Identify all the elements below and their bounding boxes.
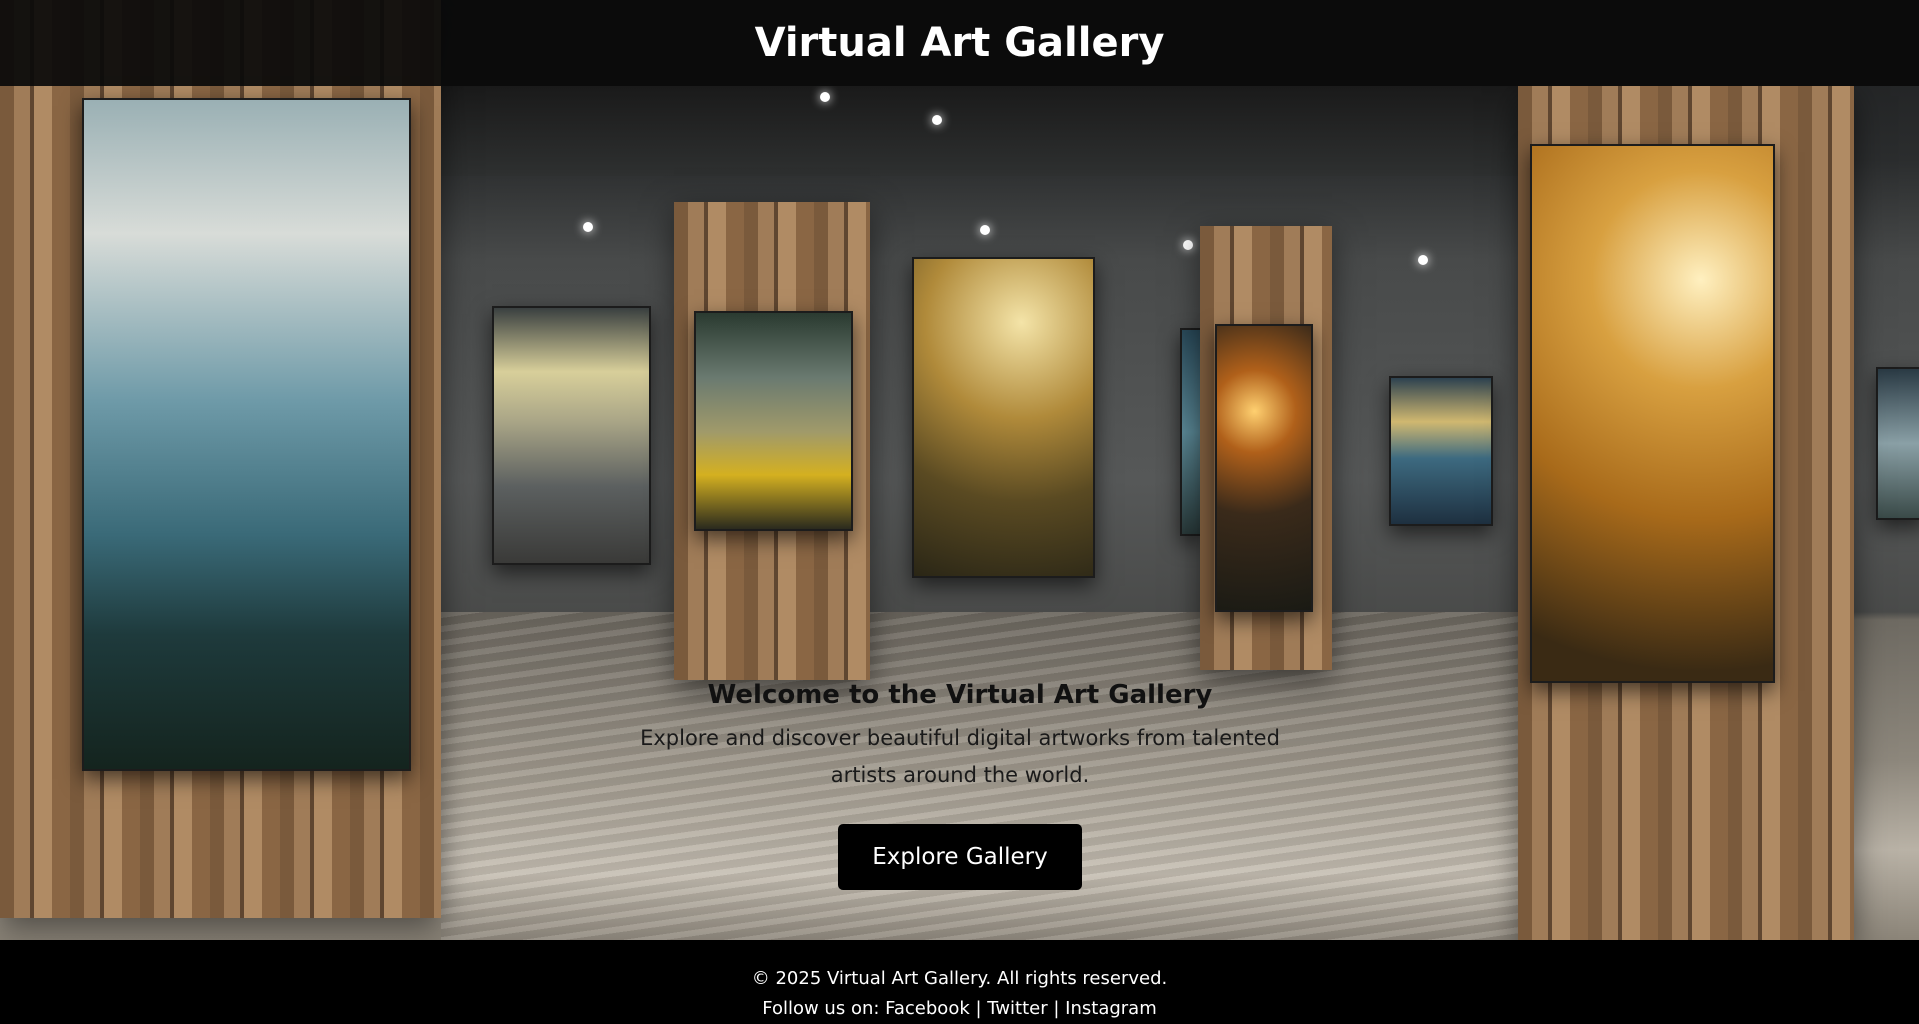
separator: | [975,998,982,1019]
hero-description: Explore and discover beautiful digital a… [640,726,1280,787]
facebook-link[interactable]: Facebook [885,998,970,1019]
twitter-link[interactable]: Twitter [987,998,1047,1019]
painting [1215,324,1313,612]
spotlight [820,92,830,102]
separator: | [1053,998,1060,1019]
painting [1180,328,1202,536]
copyright-text: © 2025 Virtual Art Gallery. All rights r… [751,968,1168,989]
painting [1389,376,1493,526]
instagram-link[interactable]: Instagram [1065,998,1157,1019]
ceiling [441,86,1518,176]
painting [82,98,411,771]
spotlight [1183,240,1193,250]
hero-section: Welcome to the Virtual Art Gallery Explo… [560,680,1360,890]
site-header: Virtual Art Gallery [0,0,1919,86]
painting [492,306,651,565]
hero-heading: Welcome to the Virtual Art Gallery [707,680,1213,710]
painting [694,311,853,531]
site-footer: © 2025 Virtual Art Gallery. All rights r… [0,940,1919,1023]
spotlight [932,115,942,125]
follow-label: Follow us on: [762,998,880,1019]
site-title: Virtual Art Gallery [754,20,1165,66]
painting [1876,367,1919,520]
painting [1530,144,1775,683]
spotlight [1418,255,1428,265]
painting [912,257,1095,578]
spotlight [583,222,593,232]
explore-gallery-button[interactable]: Explore Gallery [838,824,1082,890]
social-links: Follow us on: Facebook | Twitter | Insta… [0,994,1919,1024]
spotlight [980,225,990,235]
